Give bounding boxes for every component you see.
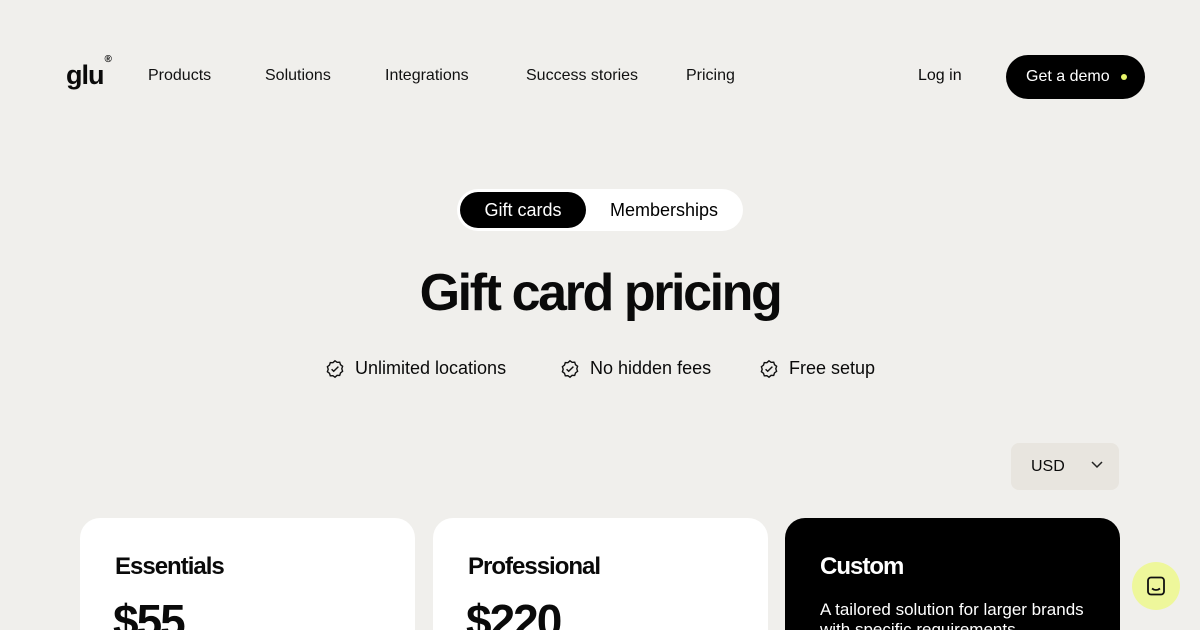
tab-memberships[interactable]: Memberships xyxy=(610,192,718,228)
plan-name: Custom xyxy=(820,553,904,580)
tab-gift-cards[interactable]: Gift cards xyxy=(460,192,586,228)
demo-indicator-dot xyxy=(1121,74,1127,80)
feature-no-hidden-fees: No hidden fees xyxy=(560,358,711,379)
feature-label: Free setup xyxy=(789,358,876,378)
chevron-down-icon xyxy=(1091,461,1103,469)
chat-launcher-button[interactable] xyxy=(1132,562,1180,610)
nav-solutions[interactable]: Solutions xyxy=(265,67,331,85)
plan-description: A tailored solution for larger brands wi… xyxy=(820,600,1084,630)
get-demo-label: Get a demo xyxy=(1026,68,1110,85)
plan-name: Essentials xyxy=(115,553,225,580)
feature-unlimited-locations: Unlimited locations xyxy=(325,358,506,379)
plan-card-custom: Custom A tailored solution for larger br… xyxy=(785,518,1120,630)
registered-mark: ® xyxy=(104,54,112,65)
plan-name: Professional xyxy=(468,553,601,580)
plan-card-professional: Professional $220 xyxy=(433,518,768,630)
currency-select[interactable]: USD xyxy=(1011,443,1119,490)
pricing-type-toggle[interactable]: Gift cards Memberships xyxy=(457,189,743,231)
nav-integrations[interactable]: Integrations xyxy=(385,67,469,85)
nav-success-stories[interactable]: Success stories xyxy=(526,67,638,85)
page-title: Gift card pricing xyxy=(419,264,783,322)
logo-text: glu xyxy=(66,60,104,90)
top-navigation: glu® Products Solutions Integrations Suc… xyxy=(0,0,1200,154)
nav-pricing[interactable]: Pricing xyxy=(686,67,735,85)
feature-label: No hidden fees xyxy=(590,358,712,378)
feature-label: Unlimited locations xyxy=(355,358,507,378)
glu-logo[interactable]: glu® xyxy=(66,54,112,91)
login-link[interactable]: Log in xyxy=(918,67,962,85)
check-badge-icon xyxy=(760,359,778,378)
chat-icon xyxy=(1147,576,1165,596)
get-demo-button[interactable]: Get a demo xyxy=(1006,55,1145,99)
check-badge-icon xyxy=(561,359,579,378)
plan-price: $220 xyxy=(466,595,562,630)
check-badge-icon xyxy=(326,359,344,378)
plan-price: $55 xyxy=(113,595,186,630)
plan-card-essentials: Essentials $55 xyxy=(80,518,415,630)
nav-products[interactable]: Products xyxy=(148,67,211,85)
feature-free-setup: Free setup xyxy=(759,358,875,379)
currency-value: USD xyxy=(1031,457,1065,475)
